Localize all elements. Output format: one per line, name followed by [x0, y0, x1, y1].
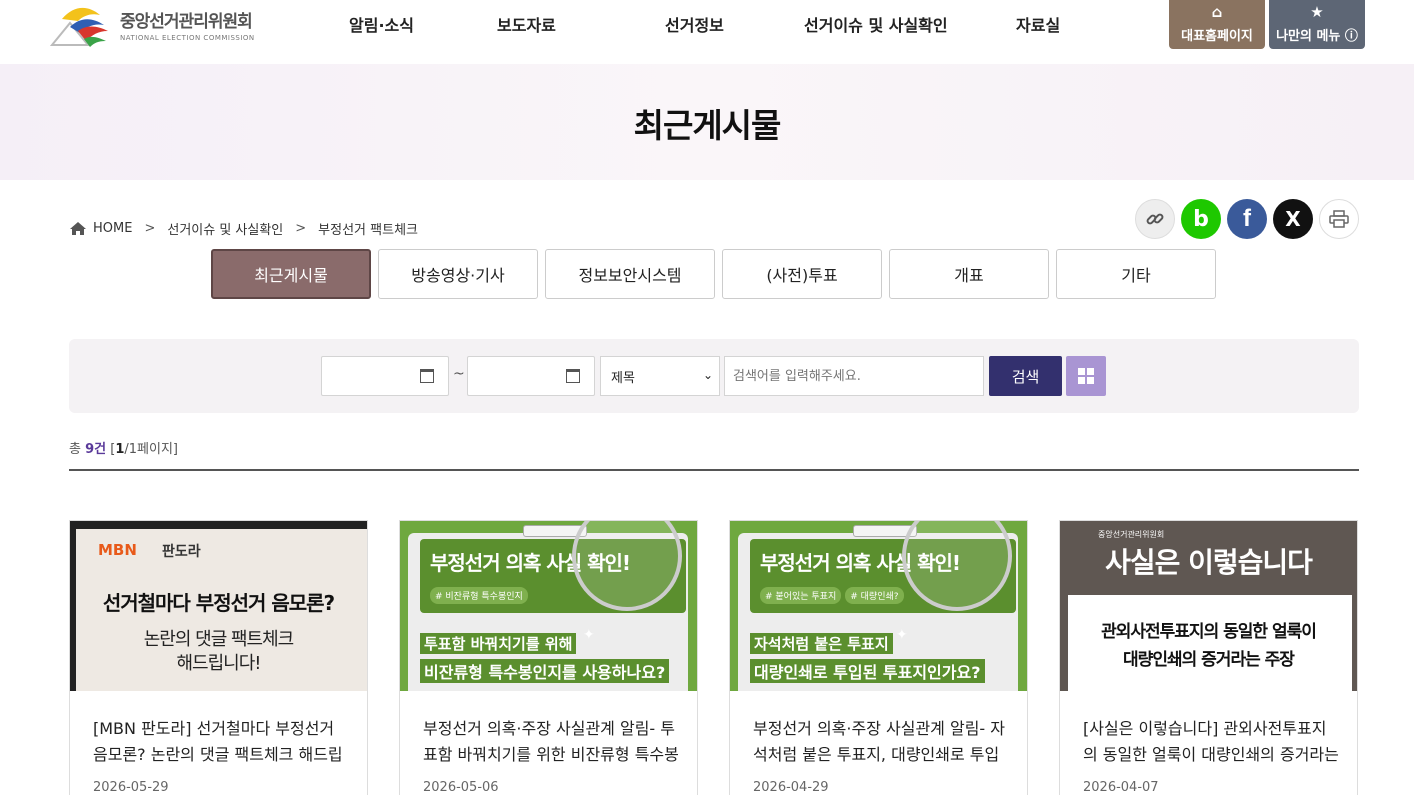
tab-counting[interactable]: 개표 [889, 249, 1049, 299]
my-menu-label: 나만의 메뉴 ⓘ [1276, 29, 1358, 44]
facebook-share-button[interactable]: f [1227, 199, 1267, 239]
home-icon: ⌂ [1211, 3, 1223, 21]
logo-english-text: NATIONAL ELECTION COMMISSION [120, 33, 255, 42]
site-logo[interactable]: 중앙선거관리위원회 NATIONAL ELECTION COMMISSION [48, 0, 255, 48]
gnb-item-election-info[interactable]: 선거정보 [665, 12, 724, 36]
printer-icon [1329, 210, 1349, 228]
print-button[interactable] [1319, 199, 1359, 239]
date-range-tilde: ~ [453, 366, 465, 382]
thumb-headline: 사실은 이렇습니다 [1105, 546, 1313, 579]
facebook-icon: f [1243, 205, 1251, 232]
sparkle-icon: ✦ [896, 627, 908, 643]
naver-blog-share-button[interactable]: b [1181, 199, 1221, 239]
star-icon: ★ [1310, 3, 1324, 21]
breadcrumb: HOME > 선거이슈 및 사실확인 > 부정선거 팩트체크 [69, 219, 418, 238]
result-count-value: 9건 [85, 442, 107, 457]
thumb-line1: 자석처럼 붙은 투표지 [750, 633, 893, 654]
thumb-sub1: 논란의 댓글 팩트체크 [143, 629, 294, 650]
calendar-icon[interactable] [420, 369, 434, 383]
thumb-brand: MBN [98, 541, 137, 559]
search-field-value: 제목 [611, 370, 635, 386]
main-homepage-label: 대표홈페이지 [1181, 29, 1253, 44]
post-thumbnail[interactable]: MBN 판도라 선거철마다 부정선거 음모론? 논란의 댓글 팩트체크 해드립니… [70, 521, 367, 691]
post-card[interactable]: 부정선거 의혹 사실 확인! # 붙어있는 투표지 # 대량인쇄? 자석처럼 붙… [729, 520, 1028, 795]
naver-blog-icon: b [1193, 206, 1209, 232]
grid-view-button[interactable] [1066, 356, 1106, 396]
breadcrumb-separator: > [144, 221, 156, 236]
post-title[interactable]: 부정선거 의혹·주장 사실관계 알림- 투표함 바꿔치기를 위한 비잔류형 특수… [423, 716, 681, 768]
thumb-line2: 대량인쇄의 증거라는 주장 [1123, 650, 1295, 670]
gnb-item-press[interactable]: 보도자료 [497, 12, 556, 36]
post-thumbnail[interactable]: 중앙선거관리위원회 사실은 이렇습니다 관외사전투표지의 동일한 얼룩이 대량인… [1060, 521, 1357, 691]
breadcrumb-separator: > [295, 221, 307, 236]
search-panel: ~ 제목 ⌄ 검색 [69, 339, 1359, 413]
gnb-item-archive[interactable]: 자료실 [1016, 12, 1060, 36]
logo-korean-text: 중앙선거관리위원회 [120, 11, 253, 32]
result-count-prefix: 총 [69, 442, 81, 457]
thumb-line2: 비잔류형 특수봉인지를 사용하나요? [420, 659, 670, 683]
thumb-tag: # 붙어있는 투표지 [760, 587, 842, 604]
copy-link-button[interactable] [1135, 199, 1175, 239]
thumb-brand-program: 판도라 [162, 544, 201, 560]
chevron-down-icon: ⌄ [702, 368, 713, 382]
site-header: 중앙선거관리위원회 NATIONAL ELECTION COMMISSION 알… [0, 0, 1414, 64]
gnb-item-news[interactable]: 알림·소식 [349, 12, 414, 36]
post-title[interactable]: [사실은 이렇습니다] 관외사전투표지의 동일한 얼룩이 대량인쇄의 증거라는 … [1083, 716, 1341, 768]
tab-security[interactable]: 정보보안시스템 [545, 249, 715, 299]
breadcrumb-home[interactable]: HOME [93, 221, 132, 236]
post-date: 2026-05-06 [423, 780, 499, 795]
search-field-select[interactable]: 제목 ⌄ [600, 356, 720, 396]
post-title[interactable]: [MBN 판도라] 선거철마다 부정선거 음모론? 논란의 댓글 팩트체크 해드… [93, 716, 351, 768]
title-banner: 최근게시물 [0, 64, 1414, 180]
my-menu-button[interactable]: ★ 나만의 메뉴 ⓘ [1269, 0, 1365, 49]
x-share-button[interactable]: X [1273, 199, 1313, 239]
thumb-line1: 투표함 바꿔치기를 위해 [420, 633, 577, 654]
breadcrumb-current[interactable]: 부정선거 팩트체크 [318, 219, 418, 238]
thumb-sub2: 해드립니다! [176, 653, 261, 674]
end-date-input[interactable] [467, 356, 595, 396]
result-count: 총 9건 [1/1페이지] [69, 438, 178, 457]
calendar-icon[interactable] [566, 369, 580, 383]
post-thumbnail[interactable]: 부정선거 의혹 사실 확인! # 비잔류형 특수봉인지 투표함 바꿔치기를 위해… [400, 521, 697, 691]
post-card[interactable]: MBN 판도라 선거철마다 부정선거 음모론? 논란의 댓글 팩트체크 해드립니… [69, 520, 368, 795]
post-date: 2026-04-29 [753, 780, 829, 795]
link-icon [1146, 213, 1164, 225]
post-date: 2026-04-07 [1083, 780, 1159, 795]
thumb-line2: 대량인쇄로 투입된 투표지인가요? [750, 659, 985, 683]
gnb-item-factcheck[interactable]: 선거이슈 및 사실확인 [804, 12, 948, 36]
list-divider [69, 469, 1359, 471]
page-title: 최근게시물 [633, 106, 782, 145]
nec-logo-icon [48, 1, 114, 47]
page-info-total: /1페이지] [124, 442, 178, 457]
post-title[interactable]: 부정선거 의혹·주장 사실관계 알림- 자석처럼 붙은 투표지, 대량인쇄로 투… [753, 716, 1011, 768]
home-icon [70, 222, 86, 235]
start-date-input[interactable] [321, 356, 449, 396]
search-input[interactable] [724, 356, 984, 396]
post-card[interactable]: 부정선거 의혹 사실 확인! # 비잔류형 특수봉인지 투표함 바꿔치기를 위해… [399, 520, 698, 795]
thumb-logo: 중앙선거관리위원회 [1098, 530, 1165, 539]
thumb-line1: 관외사전투표지의 동일한 얼룩이 [1101, 622, 1317, 642]
tab-etc[interactable]: 기타 [1056, 249, 1216, 299]
breadcrumb-category[interactable]: 선거이슈 및 사실확인 [167, 219, 283, 238]
post-card[interactable]: 중앙선거관리위원회 사실은 이렇습니다 관외사전투표지의 동일한 얼룩이 대량인… [1059, 520, 1358, 795]
tab-broadcast[interactable]: 방송영상·기사 [378, 249, 538, 299]
tab-voting[interactable]: (사전)투표 [722, 249, 882, 299]
x-icon: X [1285, 207, 1301, 231]
thumb-tag: # 비잔류형 특수봉인지 [430, 587, 528, 604]
thumb-tag: # 대량인쇄? [845, 587, 904, 604]
post-thumbnail[interactable]: 부정선거 의혹 사실 확인! # 붙어있는 투표지 # 대량인쇄? 자석처럼 붙… [730, 521, 1027, 691]
search-button[interactable]: 검색 [989, 356, 1062, 396]
thumb-headline: 선거철마다 부정선거 음모론? [102, 591, 335, 615]
tab-recent[interactable]: 최근게시물 [211, 249, 371, 299]
post-date: 2026-05-29 [93, 780, 169, 795]
sparkle-icon: ✦ [583, 627, 595, 643]
main-homepage-button[interactable]: ⌂ 대표홈페이지 [1169, 0, 1265, 49]
